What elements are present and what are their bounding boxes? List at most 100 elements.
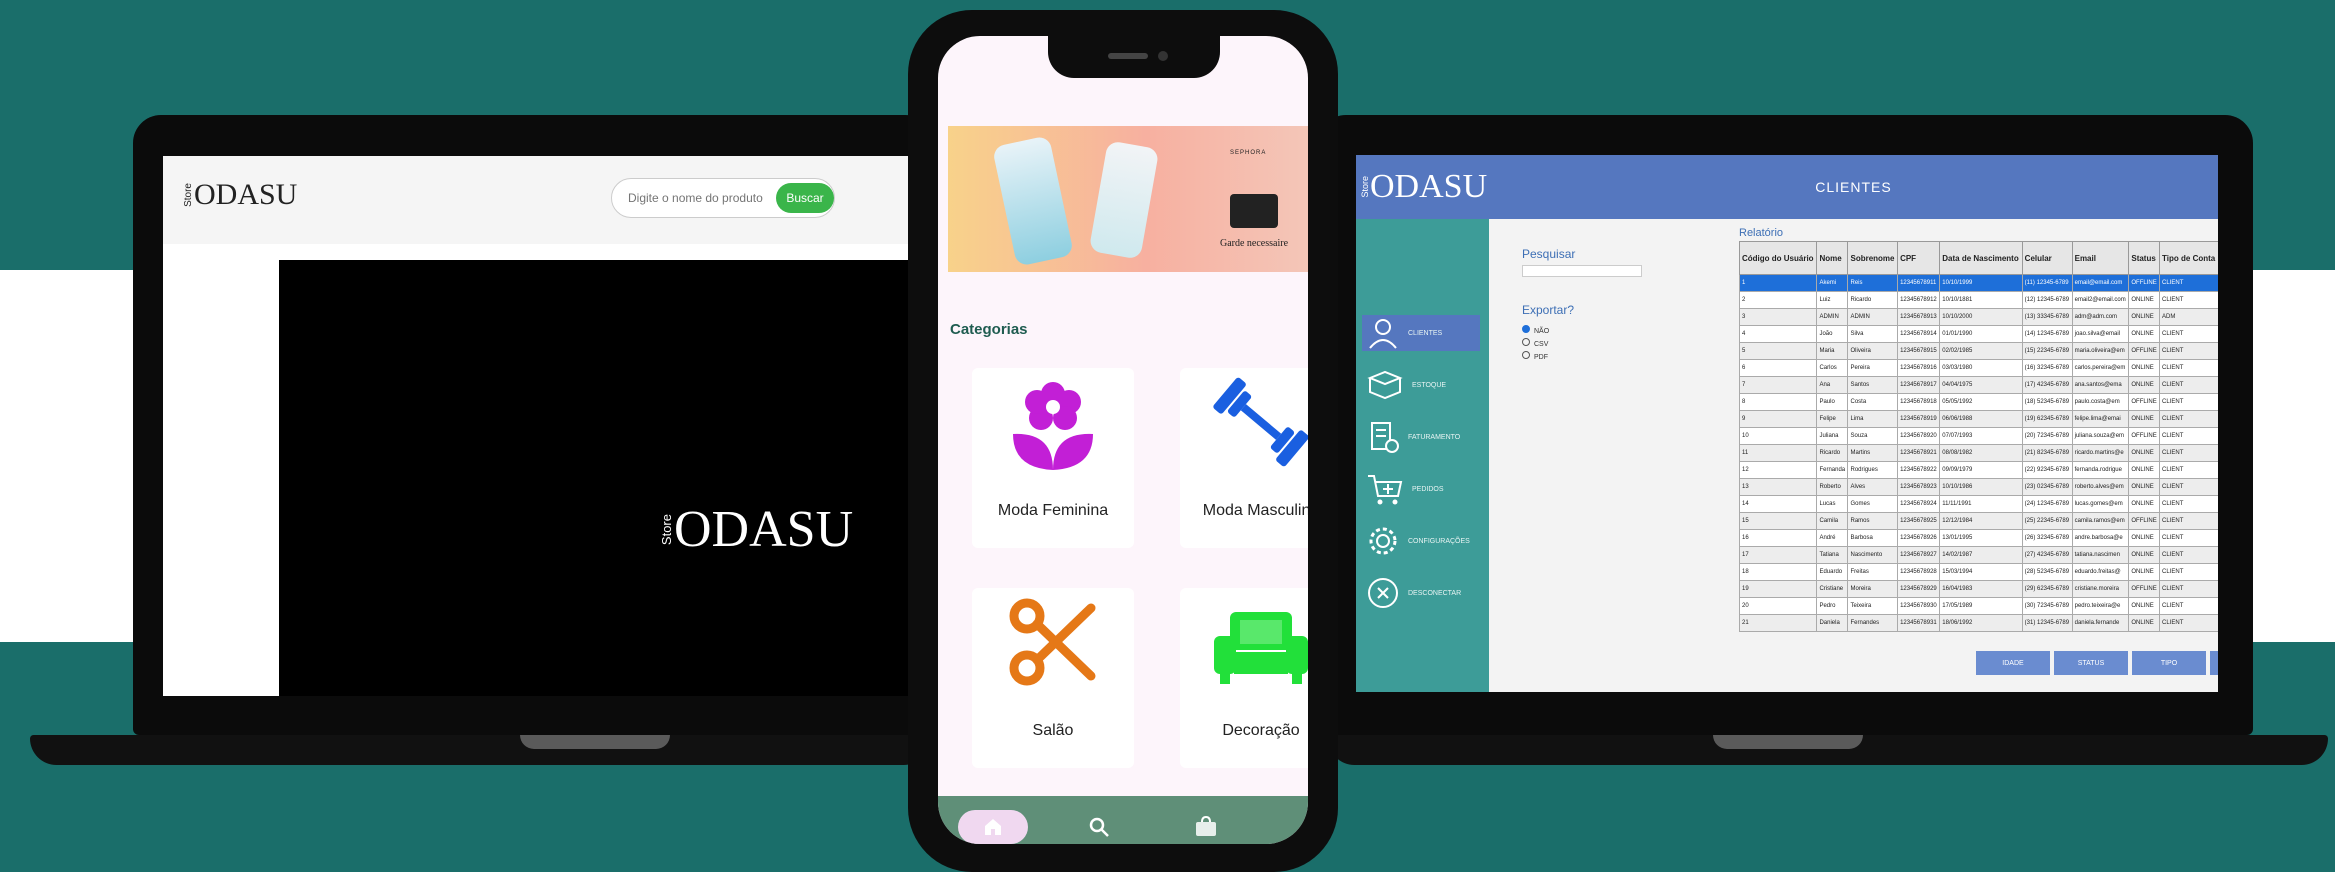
table-cell: Fernanda [1816, 461, 1849, 479]
table-cell: 12345678917 [1897, 376, 1941, 394]
column-header[interactable]: CPF [1897, 241, 1941, 275]
table-row[interactable]: 8 Paulo Costa 12345678918 05/05/1992 (18) 523… [1738, 393, 2218, 411]
table-row[interactable]: 17 Tatiana Nascimento 12345678927 14/02/1987… [1738, 546, 2218, 564]
category-salao[interactable]: Salão [972, 588, 1134, 768]
table-row[interactable]: 5 Maria Oliveira 12345678915 02/02/1985 (15) … [1738, 342, 2218, 360]
export-option-nao[interactable]: NÃO [1522, 325, 1549, 338]
table-cell: Tatiana [1816, 546, 1849, 564]
sidebar-item-estoque[interactable]: ESTOQUE [1362, 367, 1480, 403]
table-cell: andre.barbosa@e [2071, 529, 2130, 547]
table-cell: ONLINE [2128, 461, 2161, 479]
table-cell: 09/09/1979 [1939, 461, 2023, 479]
table-cell: 15 [1738, 512, 1818, 530]
export-option-label: PDF [1534, 354, 1548, 361]
search-button[interactable]: Buscar [776, 183, 834, 213]
left-laptop-notch [520, 735, 670, 749]
table-cell: Teixeira [1847, 597, 1899, 615]
nav-home[interactable] [958, 810, 1028, 844]
product-search: Buscar [611, 178, 835, 218]
table-cell: camila.ramos@em [2071, 512, 2130, 530]
table-cell: 08/08/1982 [1939, 444, 2023, 462]
product-search-input[interactable] [626, 190, 770, 206]
table-cell: CLIENT [2159, 563, 2218, 581]
export-option-pdf[interactable]: PDF [1522, 351, 1549, 364]
filter-idade-button[interactable]: IDADE [1976, 651, 2050, 675]
sidebar-item-label: ESTOQUE [1412, 381, 1447, 389]
column-header[interactable]: Data de Nascimento [1939, 241, 2023, 275]
column-header[interactable]: Nome [1816, 241, 1849, 275]
table-cell: CLIENT [2159, 325, 2218, 343]
table-cell: CLIENT [2159, 376, 2218, 394]
report-title: Relatório [1739, 227, 1784, 239]
table-cell: 14 [1738, 495, 1818, 513]
nav-bag[interactable] [1194, 815, 1218, 843]
table-row[interactable]: 14 Lucas Gomes 12345678924 11/11/1991 (24) 12… [1738, 495, 2218, 513]
category-moda-feminina[interactable]: Moda Feminina [972, 368, 1134, 548]
table-row[interactable]: 21 Daniela Fernandes 12345678931 18/06/1992(… [1738, 614, 2218, 632]
table-row[interactable]: 18 Eduardo Freitas 12345678928 15/03/1994 (28… [1738, 563, 2218, 581]
table-row[interactable]: 16 André Barbosa 12345678926 13/01/1995 (26) … [1738, 529, 2218, 547]
export-option-csv[interactable]: CSV [1522, 338, 1549, 351]
table-cell: 12345678912 [1897, 291, 1941, 309]
table-cell: ONLINE [2128, 529, 2161, 547]
sidebar-item-clientes[interactable]: CLIENTES [1362, 315, 1480, 351]
table-cell: Reis [1847, 274, 1899, 292]
table-cell: 8 [1738, 393, 1818, 411]
sidebar-item-pedidos[interactable]: PEDIDOS [1362, 471, 1480, 507]
table-row[interactable]: 2 Luiz Ricardo 12345678912 10/10/1881 (12) 12… [1738, 291, 2218, 309]
column-header[interactable]: Email [2071, 241, 2130, 275]
table-cell: Fernandes [1847, 614, 1899, 632]
table-cell: 13 [1738, 478, 1818, 496]
table-cell: Nascimento [1847, 546, 1899, 564]
table-cell: 3 [1738, 308, 1818, 326]
table-cell: CLIENT [2159, 580, 2218, 598]
table-cell: (22) 92345-6789 [2021, 461, 2073, 479]
table-row[interactable]: 6 Carlos Pereira 12345678916 03/03/1980 (16) … [1738, 359, 2218, 377]
sidebar-item-faturamento[interactable]: FATURAMENTO [1362, 419, 1480, 455]
speaker-grille [1108, 53, 1148, 59]
table-row[interactable]: 3 ADMIN ADMIN 12345678913 10/10/2000 (13) 333… [1738, 308, 2218, 326]
category-label: Salão [1032, 722, 1074, 739]
search-field[interactable] [1522, 265, 1642, 277]
filter-extra-button[interactable] [2210, 651, 2218, 675]
table-cell: Maria [1816, 342, 1849, 360]
export-options: NÃO CSV PDF [1522, 325, 1549, 364]
table-row[interactable]: 12 Fernanda Rodrigues 12345678922 09/09/1979… [1738, 461, 2218, 479]
table-row[interactable]: 9 Felipe Lima 12345678919 06/06/1988 (19) 623… [1738, 410, 2218, 428]
column-header[interactable]: Tipo de Conta [2159, 241, 2218, 275]
sidebar-item-desconectar[interactable]: DESCONECTAR [1362, 575, 1480, 611]
search-label: Pesquisar [1522, 247, 1576, 261]
gear-icon [1369, 527, 1397, 555]
table-row[interactable]: 1 Akemi Reis 12345678911 10/10/1999 (11) 1234… [1738, 274, 2218, 292]
nav-search[interactable] [1088, 816, 1110, 843]
promo-banner[interactable]: SEPHORA Garde necessaire [948, 126, 1308, 272]
table-cell: Freitas [1847, 563, 1899, 581]
table-cell: 06/06/1988 [1939, 410, 2023, 428]
table-cell: 10/10/1999 [1939, 274, 2023, 292]
table-row[interactable]: 7 Ana Santos 12345678917 04/04/1975 (17) 4234… [1738, 376, 2218, 394]
table-cell: 11 [1738, 444, 1818, 462]
table-row[interactable]: 13 Roberto Alves 12345678923 10/10/1986 (23) … [1738, 478, 2218, 496]
table-cell: Lucas [1816, 495, 1849, 513]
table-cell: 1 [1738, 274, 1818, 292]
admin-logo[interactable]: Store ODASU [1356, 155, 1489, 219]
column-header[interactable]: Código do Usuário [1738, 241, 1818, 275]
table-row[interactable]: 11 Ricardo Martins 12345678921 08/08/1982 (21… [1738, 444, 2218, 462]
table-cell: ONLINE [2128, 563, 2161, 581]
column-header[interactable]: Status [2128, 241, 2161, 275]
sidebar-item-configuracoes[interactable]: CONFIGURAÇÕES [1362, 523, 1480, 559]
table-cell: CLIENT [2159, 529, 2218, 547]
category-decoracao[interactable]: Decoração [1180, 588, 1308, 768]
table-row[interactable]: 10 Juliana Souza 12345678920 07/07/1993 (20) … [1738, 427, 2218, 445]
filter-status-button[interactable]: STATUS [2054, 651, 2128, 675]
store-logo[interactable]: Store ODASU [183, 178, 297, 212]
column-header[interactable]: Sobrenome [1847, 241, 1899, 275]
table-row[interactable]: 19 Cristiane Moreira 12345678929 16/04/1983(… [1738, 580, 2218, 598]
column-header[interactable]: Celular [2021, 241, 2073, 275]
filter-tipo-button[interactable]: TIPO [2132, 651, 2206, 675]
table-row[interactable]: 15 Camila Ramos 12345678925 12/12/1984 (25) 2… [1738, 512, 2218, 530]
table-cell: adm@adm.com [2071, 308, 2130, 326]
table-row[interactable]: 20 Pedro Teixeira 12345678930 17/05/1989 (30)… [1738, 597, 2218, 615]
category-moda-masculina[interactable]: Moda Masculina [1180, 368, 1308, 548]
table-row[interactable]: 4 João Silva 12345678914 01/01/1990 (14) 1234… [1738, 325, 2218, 343]
